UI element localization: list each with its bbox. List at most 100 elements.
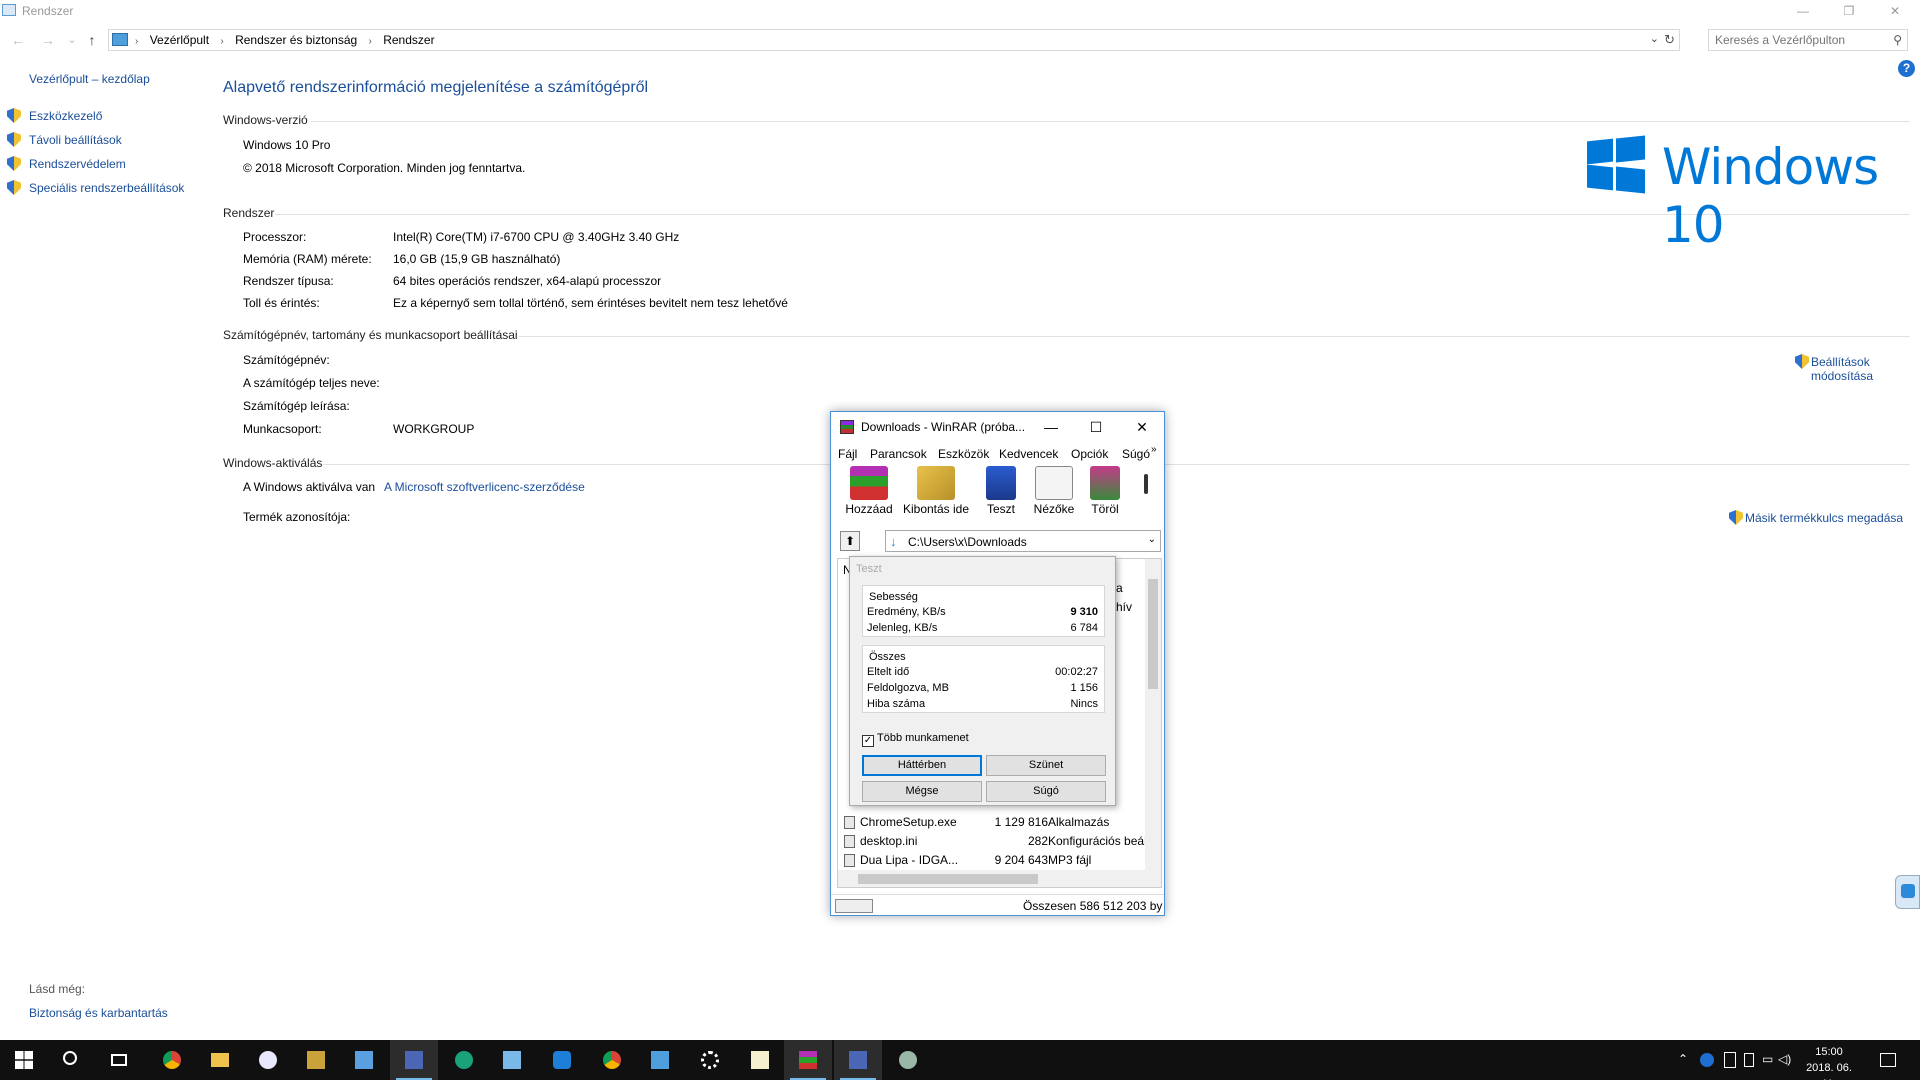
taskbar-winrar[interactable] — [784, 1040, 832, 1080]
taskbar-app-5[interactable] — [340, 1040, 388, 1080]
change-settings-link[interactable]: Beállítások módosítása — [1795, 354, 1873, 383]
taskbar-app-16[interactable] — [834, 1040, 882, 1080]
winrar-maximize-button[interactable]: ☐ — [1082, 416, 1110, 438]
cancel-button[interactable]: Mégse — [862, 781, 982, 802]
battery-icon[interactable] — [1744, 1053, 1754, 1067]
test-button[interactable]: Teszt — [981, 466, 1021, 516]
dialog-title: Teszt — [856, 563, 882, 575]
winrar-close-button[interactable]: ✕ — [1128, 416, 1156, 438]
back-button[interactable]: ← — [8, 30, 28, 50]
partial-type-text: a — [1116, 581, 1123, 595]
menu-tools[interactable]: Eszközök — [938, 447, 989, 461]
winrar-title-bar: Downloads - WinRAR (próba... — ☐ ✕ — [831, 412, 1164, 442]
notifications-icon[interactable] — [1880, 1053, 1896, 1067]
floppy-icon — [405, 1051, 423, 1069]
background-button[interactable]: Háttérben — [862, 755, 982, 776]
horizontal-scrollbar[interactable] — [838, 870, 1147, 887]
window-title: Rendszer — [22, 4, 74, 18]
taskbar-app-4[interactable] — [292, 1040, 340, 1080]
list-item[interactable]: Dua Lipa - IDGA... 9 204 643 MP3 fájl — [844, 852, 1144, 870]
list-item[interactable]: ChromeSetup.exe 1 129 816 Alkalmazás — [844, 814, 1144, 832]
menu-help[interactable]: Súgó — [1122, 447, 1150, 461]
chevron-down-icon[interactable]: ⌄ — [1650, 32, 1659, 45]
breadcrumb-system[interactable]: Rendszer — [383, 33, 434, 47]
list-item[interactable]: desktop.ini 282 Konfigurációs beál... — [844, 833, 1157, 851]
menu-favorites[interactable]: Kedvencek — [999, 447, 1058, 461]
toolbar-more-icon[interactable] — [1141, 466, 1151, 496]
winrar-app-icon — [840, 420, 854, 434]
address-bar[interactable]: › Vezérlőpult › Rendszer és biztonság › … — [108, 29, 1680, 51]
taskbar-app-6[interactable] — [390, 1040, 438, 1080]
close-button[interactable]: ✕ — [1872, 0, 1918, 22]
winrar-minimize-button[interactable]: — — [1037, 416, 1065, 438]
breadcrumb-control-panel[interactable]: Vezérlőpult — [150, 33, 209, 47]
pause-button[interactable]: Szünet — [986, 755, 1106, 776]
taskbar-notepad[interactable] — [736, 1040, 784, 1080]
sidebar-item-advanced-settings[interactable]: Speciális rendszerbeállítások — [7, 180, 184, 198]
chevron-down-icon[interactable]: ⌄ — [1148, 534, 1156, 545]
add-button[interactable]: Hozzáad — [845, 466, 893, 516]
search-box[interactable]: ⚲ — [1708, 29, 1908, 51]
taskbar-file-explorer[interactable] — [196, 1040, 244, 1080]
control-panel-home-link[interactable]: Vezérlőpult – kezdőlap — [29, 72, 150, 86]
up-folder-button[interactable]: ⬆ — [840, 531, 860, 551]
taskbar-app-9[interactable] — [538, 1040, 586, 1080]
clock[interactable]: 15:002018. 06. 11. — [1798, 1044, 1860, 1080]
recent-locations-button[interactable]: ⌄ — [62, 30, 82, 50]
edition-section-header: Windows-verzió — [223, 113, 1910, 127]
search-icon[interactable]: ⚲ — [1893, 33, 1902, 47]
mp3-file-icon — [844, 854, 855, 867]
security-maintenance-link[interactable]: Biztonság és karbantartás — [29, 1006, 168, 1020]
show-hidden-icons[interactable]: ⌃ — [1678, 1052, 1688, 1066]
winrar-path-select[interactable]: ↓ C:\Users\x\Downloads ⌄ — [885, 530, 1161, 552]
volume-icon[interactable]: ◁) — [1778, 1052, 1791, 1066]
search-taskbar-button[interactable] — [48, 1040, 96, 1080]
start-button[interactable] — [0, 1040, 48, 1080]
taskbar-settings[interactable] — [686, 1040, 734, 1080]
delete-button[interactable]: Töröl — [1085, 466, 1125, 516]
notepad-icon — [751, 1051, 769, 1069]
extract-here-button[interactable]: Kibontás ide — [901, 466, 971, 516]
taskbar-itunes[interactable] — [244, 1040, 292, 1080]
taskbar-app-17[interactable] — [884, 1040, 932, 1080]
sidebar-item-device-manager[interactable]: Eszközkezelő — [7, 108, 102, 126]
activation-status: A Windows aktiválva van — [243, 480, 376, 494]
tray-app-icon[interactable] — [1700, 1053, 1714, 1067]
side-widget-icon[interactable] — [1895, 875, 1920, 909]
taskbar-app-8[interactable] — [488, 1040, 536, 1080]
vertical-scrollbar[interactable] — [1145, 559, 1161, 887]
breadcrumb-system-security[interactable]: Rendszer és biztonság — [235, 33, 357, 47]
change-product-key-link[interactable]: Másik termékkulcs megadása — [1729, 510, 1903, 525]
sidebar-item-remote-settings[interactable]: Távoli beállítások — [7, 132, 122, 150]
winrar-menu-bar: Fájl Parancsok Eszközök Kedvencek Opciók… — [831, 444, 1164, 464]
shield-icon — [7, 108, 21, 123]
refresh-icon[interactable]: ↻ — [1664, 32, 1675, 48]
page-title: Alapvető rendszerinformáció megjelenítés… — [223, 79, 649, 96]
windows-logo-icon — [1587, 135, 1645, 194]
search-input[interactable] — [1715, 31, 1885, 49]
help-button[interactable]: Súgó — [986, 781, 1106, 802]
network-icon[interactable]: ▭ — [1762, 1052, 1773, 1066]
minimize-button[interactable]: — — [1780, 0, 1826, 22]
menu-commands[interactable]: Parancsok — [870, 447, 927, 461]
exe-file-icon — [844, 816, 855, 829]
menu-file[interactable]: Fájl — [838, 447, 857, 461]
menu-options[interactable]: Opciók — [1071, 447, 1108, 461]
license-terms-link[interactable]: A Microsoft szoftverlicenc-szerződése — [384, 480, 585, 494]
up-button[interactable]: ↑ — [82, 30, 102, 50]
extract-icon — [917, 466, 955, 500]
forward-button[interactable]: → — [38, 30, 58, 50]
restore-button[interactable]: ❐ — [1826, 0, 1872, 22]
sidebar-item-system-protection[interactable]: Rendszervédelem — [7, 156, 126, 174]
usb-icon[interactable] — [1724, 1052, 1736, 1068]
task-view-button[interactable] — [96, 1040, 144, 1080]
taskbar-chrome[interactable] — [148, 1040, 196, 1080]
taskbar-chrome-2[interactable] — [588, 1040, 636, 1080]
taskbar-control-panel[interactable] — [636, 1040, 684, 1080]
toolbar-overflow-icon[interactable]: » — [1151, 444, 1157, 455]
viewer-button[interactable]: Nézőke — [1031, 466, 1077, 516]
add-archive-icon — [850, 466, 888, 500]
chrome-icon — [163, 1051, 181, 1069]
taskbar-edge[interactable] — [440, 1040, 488, 1080]
multi-session-checkbox[interactable]: ✓ Több munkamenet — [862, 732, 969, 747]
